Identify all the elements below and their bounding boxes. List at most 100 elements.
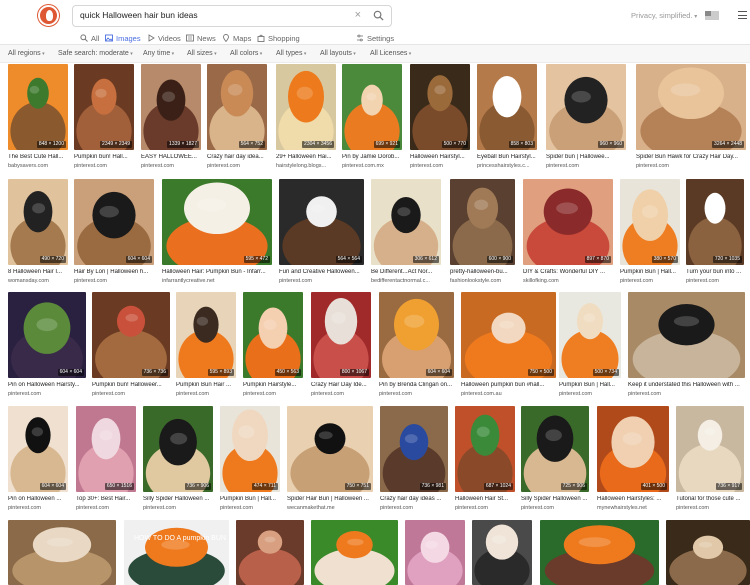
image-source[interactable]: bedifferentactnormal.c... [371, 278, 441, 284]
image-title[interactable]: Keep it understated this Halloween with … [628, 382, 745, 388]
image-thumbnail[interactable] [540, 520, 659, 585]
image-result[interactable]: 604 × 604 Pin on Halloween Hairsty... pint… [8, 292, 86, 400]
image-result[interactable]: 604 × 604 Pin on Halloween ... pinterest.c… [8, 406, 68, 514]
search-input[interactable]: quick Halloween hair bun ideas [80, 10, 198, 20]
image-title[interactable]: Tutorial for those cute ... [676, 496, 744, 502]
image-title[interactable]: Spider Hair Bun | Halloween ... [287, 496, 373, 502]
image-title[interactable]: Silly Spider Halloween ... [143, 496, 213, 502]
image-source[interactable]: skillofking.com [523, 278, 613, 284]
search-icon[interactable] [373, 10, 384, 21]
image-result[interactable]: 450 × 563 Pumpkin Hairstyle... pinterest.c… [243, 292, 303, 400]
tab-news[interactable]: News [186, 32, 216, 44]
image-source[interactable]: pinterest.com [279, 278, 364, 284]
image-source[interactable]: pinterest.com.mx [342, 163, 402, 169]
flag-icon[interactable] [705, 11, 719, 20]
image-source[interactable]: princesshairstyles.c... [477, 163, 537, 169]
image-thumbnail[interactable] [311, 520, 398, 585]
image-result[interactable] [236, 520, 304, 585]
image-result[interactable]: 736 × 906 Silly Spider Halloween ... pinte… [143, 406, 213, 514]
image-title[interactable]: Crazy hair day idea... [207, 154, 267, 160]
privacy-menu[interactable]: Privacy, simplified. [631, 11, 697, 20]
image-result[interactable]: 595 × 893 Pumpkin Bun Hair ... pinterest.c… [176, 292, 236, 400]
image-thumbnail[interactable]: 564 × 564 [279, 179, 364, 265]
image-title[interactable]: 29+ Halloween Hai... [276, 154, 336, 160]
image-result[interactable]: 474 × 711 Pumpkin Bun | Hall... pinterest.… [220, 406, 280, 514]
image-title[interactable]: Be Different...Act Nor... [371, 269, 441, 275]
image-thumbnail[interactable]: 1339 × 1827 [141, 64, 201, 150]
image-source[interactable]: pinterest.com [207, 163, 267, 169]
image-source[interactable]: pinterest.com [686, 278, 744, 284]
image-thumbnail[interactable] [236, 520, 304, 585]
image-result[interactable]: 600 × 900 pretty-halloween-bu... fashionlo… [450, 179, 515, 287]
image-title[interactable]: Pin on Halloween Hairsty... [8, 382, 86, 388]
clear-icon[interactable]: × [355, 9, 361, 21]
image-title[interactable]: DIY & Crafts: Wonderful DIY ... [523, 269, 613, 275]
image-thumbnail[interactable]: 650 × 1516 [76, 406, 136, 492]
image-title[interactable]: Spider bun | Hallowee... [546, 154, 626, 160]
image-source[interactable]: wecanmakethat.me [287, 505, 373, 511]
image-source[interactable]: pinterest.com [176, 391, 236, 397]
image-result[interactable]: 2304 × 3456 29+ Halloween Hai... hairstyle… [276, 64, 336, 172]
image-source[interactable]: pinterest.com [220, 505, 280, 511]
image-title[interactable]: Pumpkin Hairstyle... [243, 382, 303, 388]
image-title[interactable]: Silly Spider Halloween ... [521, 496, 589, 502]
image-title[interactable]: Crazy Hair Day Ide... [311, 382, 371, 388]
image-thumbnail[interactable]: 380 × 570 [620, 179, 680, 265]
image-source[interactable]: mynewhairstyles.net [597, 505, 669, 511]
image-source[interactable]: pinterest.com [141, 163, 201, 169]
image-thumbnail[interactable]: 687 × 1024 [455, 406, 515, 492]
image-source[interactable]: pinterest.com [243, 391, 303, 397]
image-title[interactable]: Crazy hair day ideas ... [380, 496, 448, 502]
image-title[interactable]: Spider Bun Hawk for Crazy Hair Day... [636, 154, 746, 160]
image-title[interactable]: EASY HALLOWEE... [141, 154, 201, 160]
image-result[interactable]: HOW TO DO A pumpkin BUN [124, 520, 229, 585]
image-thumbnail[interactable]: 500 × 734 [559, 292, 621, 378]
image-result[interactable]: 1339 × 1827 EASY HALLOWEE... pinterest.com [141, 64, 201, 172]
image-title[interactable]: Halloween pumpkin bun #hall... [461, 382, 556, 388]
image-source[interactable]: pinterest.com [74, 163, 134, 169]
image-title[interactable]: Pumpkin Bun Hair ... [176, 382, 236, 388]
image-result[interactable] [540, 520, 659, 585]
image-thumbnail[interactable]: 595 × 472 [162, 179, 272, 265]
image-source[interactable]: fashionlookstyle.com [450, 278, 515, 284]
image-source[interactable]: pinterest.com [410, 163, 470, 169]
image-result[interactable]: 604 × 604 Hair By Lori | Halloween h... pi… [74, 179, 154, 287]
image-result[interactable]: 687 × 1024 Halloween Hair St... pinterest.… [455, 406, 515, 514]
image-result[interactable]: 500 × 734 Pumpkin Bun | Hall... pinterest.… [559, 292, 621, 400]
image-thumbnail[interactable]: 604 × 604 [8, 292, 86, 378]
tab-maps[interactable]: Maps [222, 32, 251, 44]
image-source[interactable]: hairstylelong.blogs... [276, 163, 336, 169]
image-thumbnail[interactable]: 736 × 981 [380, 406, 448, 492]
image-thumbnail[interactable]: 450 × 563 [243, 292, 303, 378]
image-result[interactable]: 564 × 564 Fun and Creative Halloween... pi… [279, 179, 364, 287]
image-source[interactable]: womansday.com [8, 278, 68, 284]
image-result[interactable]: 736 × 736 Pumpkin bun! Halloweer... pinter… [92, 292, 170, 400]
image-thumbnail[interactable]: 736 × 917 [676, 406, 744, 492]
image-title[interactable]: 8 Halloween Hair I... [8, 269, 68, 275]
image-thumbnail[interactable]: 401 × 500 [597, 406, 669, 492]
image-thumbnail[interactable]: 564 × 752 [207, 64, 267, 150]
image-title[interactable]: Pin on Halloween ... [8, 496, 68, 502]
image-title[interactable]: Pumpkin bun! Halloweer... [92, 382, 170, 388]
image-result[interactable]: 500 × 770 Halloween Hairstyl... pinterest.… [410, 64, 470, 172]
image-result[interactable]: 750 × 500 Halloween pumpkin bun #hall... p… [461, 292, 556, 400]
image-thumbnail[interactable] [666, 520, 750, 585]
image-title[interactable]: pretty-halloween-bu... [450, 269, 515, 275]
image-title[interactable]: Pumpkin bun! Hall... [74, 154, 134, 160]
image-title[interactable]: Pumpkin Bun | Hall... [559, 382, 621, 388]
filter-license[interactable]: All Licenses [370, 50, 411, 57]
image-result[interactable]: 604 × 604 Pin by Brenda Clingan on... pint… [379, 292, 454, 400]
image-result[interactable]: 960 × 960 Spider bun | Hallowee... pintere… [546, 64, 626, 172]
image-result[interactable] [472, 520, 532, 585]
image-result[interactable]: 3264 × 2448 Spider Bun Hawk for Crazy Hai… [636, 64, 746, 172]
filter-region[interactable]: All regions [8, 50, 45, 57]
image-result[interactable] [8, 520, 116, 585]
image-source[interactable]: pinterest.com [521, 505, 589, 511]
image-thumbnail[interactable]: 2349 × 2349 [74, 64, 134, 150]
image-thumbnail[interactable]: 306 × 612 [371, 179, 441, 265]
image-title[interactable]: Top 30+: Best Hair... [76, 496, 136, 502]
image-title[interactable]: Halloween Hair: Pumpkin Bun - Infarr... [162, 269, 272, 275]
image-thumbnail[interactable]: 595 × 893 [176, 292, 236, 378]
image-result[interactable]: 595 × 472 Halloween Hair: Pumpkin Bun - I… [162, 179, 272, 287]
image-thumbnail[interactable]: 736 × 906 [143, 406, 213, 492]
